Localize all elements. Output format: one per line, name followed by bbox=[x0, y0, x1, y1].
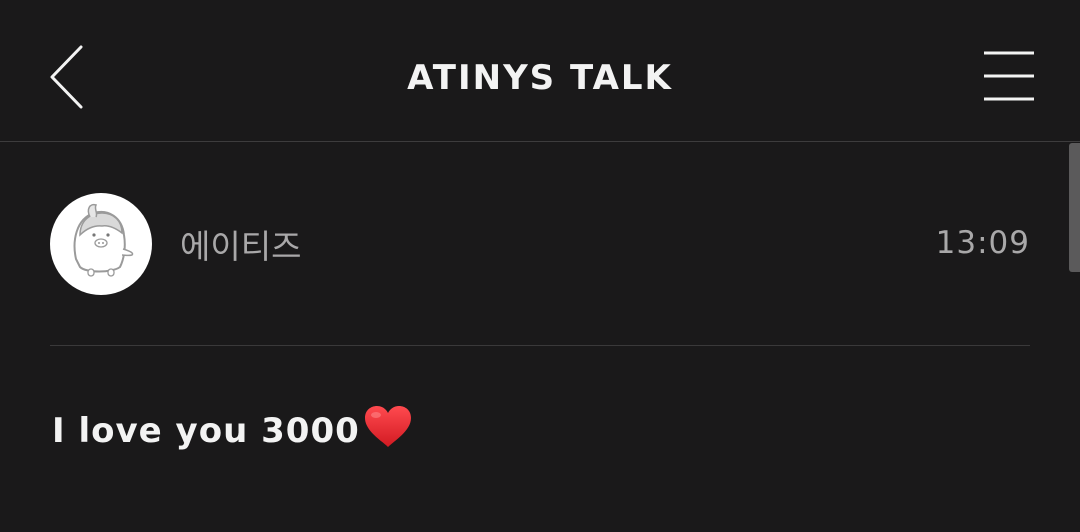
avatar[interactable] bbox=[50, 193, 152, 295]
red-heart-icon bbox=[362, 404, 414, 450]
author-name[interactable]: 에이티즈 bbox=[180, 226, 301, 268]
post-timestamp: 13:09 bbox=[935, 225, 1030, 261]
divider bbox=[50, 345, 1030, 346]
scrollbar-thumb[interactable] bbox=[1069, 143, 1080, 272]
menu-button[interactable] bbox=[978, 46, 1040, 106]
chat-screen: ATINYS TALK 에이티즈 13:09 I love you 3000 bbox=[0, 0, 1080, 532]
page-title: ATINYS TALK bbox=[407, 58, 673, 98]
message-body: I love you 3000 bbox=[52, 404, 414, 454]
top-app-bar: ATINYS TALK bbox=[0, 0, 1080, 142]
hamburger-menu-icon bbox=[984, 51, 1034, 101]
penguin-avatar-icon bbox=[73, 203, 134, 277]
message-text: I love you 3000 bbox=[52, 411, 360, 451]
